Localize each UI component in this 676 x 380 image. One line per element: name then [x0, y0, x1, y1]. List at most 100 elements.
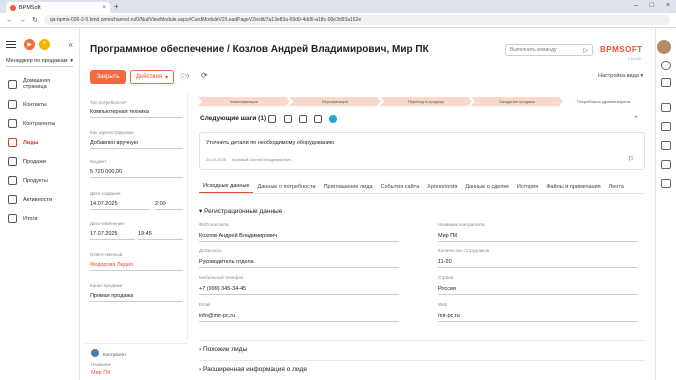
command-input[interactable]: Выполнить команду ▷	[505, 44, 593, 56]
need-type-field[interactable]: Компьютерная техника	[90, 109, 183, 118]
web-label: Web	[438, 302, 448, 307]
contact-name-field[interactable]: Козлов Андрей Владимирович	[199, 233, 399, 242]
created-time-field[interactable]: 2:00	[155, 201, 183, 210]
help-button[interactable]: ⓘ?	[180, 72, 189, 81]
mobile-phone-field[interactable]: +7 (999) 345-34-45	[199, 286, 399, 295]
account-card: Контрагент Название Мир ПК	[85, 343, 188, 380]
close-window-button[interactable]: ×	[666, 2, 670, 9]
sidebar-item-leads[interactable]: Лиды	[0, 133, 79, 152]
sales-channel-field[interactable]: Прямая продажа	[90, 293, 183, 302]
task-icon[interactable]	[299, 115, 307, 123]
employees-field[interactable]: 11-20	[438, 259, 638, 268]
tab-history[interactable]: История	[513, 184, 542, 193]
telegram-icon[interactable]	[329, 115, 337, 123]
close-button[interactable]: Закрыть	[90, 70, 126, 84]
stage-transfer[interactable]: Перевод в продажу	[380, 97, 472, 106]
sidebar-item-label: Активности	[23, 196, 53, 203]
created-date-field[interactable]: 14.07.2025	[90, 201, 150, 210]
sidebar-item-results[interactable]: Итоги	[0, 209, 79, 228]
back-icon[interactable]: ←	[6, 17, 13, 24]
call-icon[interactable]	[268, 115, 276, 123]
tasks-icon[interactable]	[661, 179, 671, 188]
info-icon[interactable]	[661, 78, 671, 87]
extended-info-section[interactable]: › Расширенная информация о лиде	[199, 366, 307, 373]
flag-icon[interactable]: ⚐	[628, 155, 634, 163]
help-label: ?	[186, 75, 190, 81]
email-icon[interactable]	[661, 122, 671, 131]
tab-files-notes[interactable]: Файлы и примечания	[542, 184, 604, 193]
sidebar-item-products[interactable]: Продукты	[0, 171, 79, 190]
similar-leads-section[interactable]: › Похожие лиды	[199, 346, 247, 353]
modified-label: Дата изменения	[90, 221, 124, 226]
tab-close-icon[interactable]: ×	[102, 5, 106, 11]
sidebar-item-accounts[interactable]: Контрагенты	[0, 114, 79, 133]
country-label: Страна	[438, 275, 454, 280]
next-step-task[interactable]: Уточнить детали по необходимому оборудов…	[206, 140, 334, 146]
tab-timeline[interactable]: Хронология	[423, 184, 461, 193]
browser-tab[interactable]: BPMSoft ×	[6, 2, 110, 13]
next-step-date: 24.03.2025	[206, 157, 227, 162]
next-step-user[interactable]: Кочевый Сергей Владимирович	[232, 157, 291, 162]
settings-icon[interactable]	[661, 61, 671, 70]
stage-need-satisfied[interactable]: Потребность удовлетворена	[562, 97, 645, 106]
forward-icon[interactable]: →	[19, 17, 26, 24]
view-settings-label: Настройка вида	[598, 73, 639, 79]
tab-need-data[interactable]: Данные о потребности	[253, 184, 319, 193]
owner-field[interactable]: Федорова Лидия	[90, 262, 183, 271]
add-icon[interactable]: +	[39, 38, 50, 50]
actions-button[interactable]: Действия ▾	[130, 70, 174, 84]
refresh-icon[interactable]: ⟳	[201, 71, 208, 80]
modified-date-field[interactable]: 17.07.2025	[90, 231, 135, 240]
stage-verification[interactable]: Верификация	[289, 97, 381, 106]
next-step-card	[199, 132, 645, 170]
sidebar-item-sales[interactable]: Продажи	[0, 152, 79, 171]
url-field[interactable]: qa-bpms-036-2-5.bmd.omnichannel.ru/0/Nui…	[43, 15, 670, 25]
country-field[interactable]: Россия	[438, 286, 638, 295]
stage-waiting[interactable]: Ожидание продажи	[471, 97, 563, 106]
new-tab-button[interactable]: +	[114, 2, 119, 11]
phone-icon[interactable]	[661, 103, 671, 112]
account-field[interactable]: Мир ПК	[438, 233, 638, 242]
reload-icon[interactable]: ↻	[32, 16, 38, 24]
stage-qualification[interactable]: Квалификация	[198, 97, 290, 106]
tab-feed[interactable]: Лента	[605, 184, 628, 193]
lead-profile-panel: Тип потребности* Компьютерная техника Ка…	[85, 92, 188, 340]
run-command-icon[interactable]: ▷	[583, 47, 588, 54]
tab-deal-data[interactable]: Данные о сделке	[461, 184, 513, 193]
collapse-sidebar-icon[interactable]: «	[69, 40, 73, 49]
collapse-icon[interactable]: ⌃	[633, 115, 639, 123]
web-field[interactable]: mir-pc.ru	[438, 313, 638, 322]
email-icon[interactable]	[284, 115, 292, 123]
sidebar-item-home[interactable]: Домашняя страница	[0, 73, 79, 95]
avatar[interactable]	[657, 40, 671, 54]
mobile-phone-label: Мобильный телефон	[199, 275, 244, 280]
tab-site-events[interactable]: События сайта	[377, 184, 424, 193]
tab-initial-data[interactable]: Исходные данные	[199, 183, 254, 193]
registration-section-header[interactable]: ▾ Регистрационные данные	[199, 207, 282, 215]
modified-time-field[interactable]: 19:45	[138, 231, 183, 240]
workspace-label: Менеджер по продажам	[6, 58, 68, 64]
leads-icon	[8, 138, 17, 147]
sidebar-item-activities[interactable]: Активности	[0, 190, 79, 209]
maximize-button[interactable]: □	[650, 2, 654, 9]
minimize-button[interactable]: –	[634, 2, 638, 9]
account-name-link[interactable]: Мир ПК	[91, 370, 110, 376]
budget-field[interactable]: 5 720 000,00	[90, 169, 183, 178]
account-card-label: Контрагент	[103, 352, 127, 357]
job-title-field[interactable]: Руководитель отдела	[199, 259, 399, 268]
registration-method-field[interactable]: Добавлен вручную	[90, 140, 183, 149]
tab-lead-invitation[interactable]: Приглашение лида	[320, 184, 377, 193]
play-icon[interactable]: ▶	[24, 38, 35, 50]
email-field[interactable]: info@mir-pc.ru	[199, 313, 399, 322]
stage-bar: Квалификация Верификация Перевод в прода…	[198, 97, 645, 106]
flag-icon[interactable]	[314, 115, 322, 123]
sidebar-item-label: Контакты	[23, 101, 47, 108]
sidebar-item-contacts[interactable]: Контакты	[0, 95, 79, 114]
chat-icon[interactable]	[661, 141, 671, 150]
view-settings-button[interactable]: Настройка вида ▾	[598, 73, 643, 79]
right-rail	[655, 28, 676, 380]
feed-icon[interactable]	[661, 160, 671, 169]
workspace-select[interactable]: Менеджер по продажам ▾	[6, 58, 73, 67]
sidebar-item-label: Итоги	[23, 215, 38, 222]
menu-icon[interactable]	[6, 40, 16, 48]
